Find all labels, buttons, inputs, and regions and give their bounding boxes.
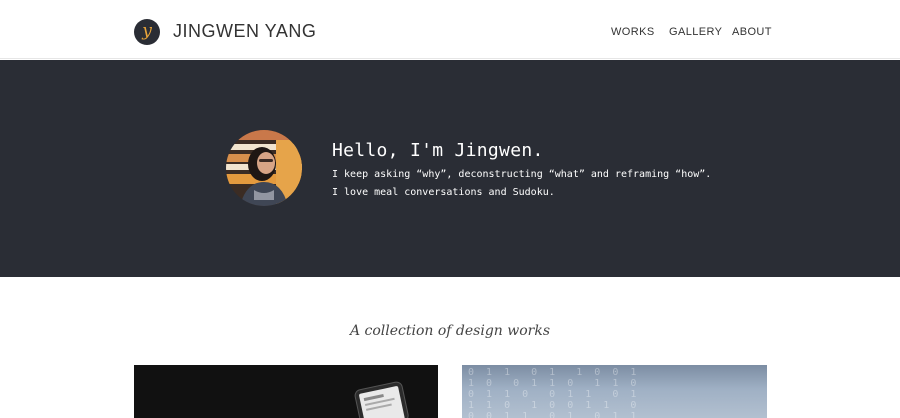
site-header: y JINGWEN YANG WORKS GALLERY ABOUT: [0, 0, 900, 59]
hero-section: Hello, I'm Jingwen. I keep asking “why”,…: [0, 60, 900, 277]
work-card[interactable]: [134, 365, 438, 418]
site-title[interactable]: JINGWEN YANG: [173, 21, 316, 42]
avatar: [226, 130, 302, 206]
work-card[interactable]: 0 1 1 0 1 1 0 0 1 1 0 0 1 1 0 1 1 0 0 1 …: [462, 365, 767, 418]
hero-bio-line-1: I keep asking “why”, deconstructing “wha…: [332, 169, 712, 180]
nav-about[interactable]: ABOUT: [732, 26, 772, 38]
phone-thumbnail-icon: [134, 365, 438, 418]
logo[interactable]: y: [134, 19, 160, 45]
works-tagline: A collection of design works: [349, 323, 551, 339]
hero-bio-line-2: I love meal conversations and Sudoku.: [332, 187, 555, 198]
avatar-photo-icon: [226, 130, 302, 206]
nav-gallery[interactable]: GALLERY: [669, 26, 722, 38]
logo-letter: y: [142, 20, 152, 41]
binary-digits-texture: 0 1 1 0 1 1 0 0 1 1 0 0 1 1 0 1 1 0 0 1 …: [468, 367, 640, 418]
nav-works[interactable]: WORKS: [611, 26, 655, 38]
hero-greeting: Hello, I'm Jingwen.: [332, 140, 544, 161]
